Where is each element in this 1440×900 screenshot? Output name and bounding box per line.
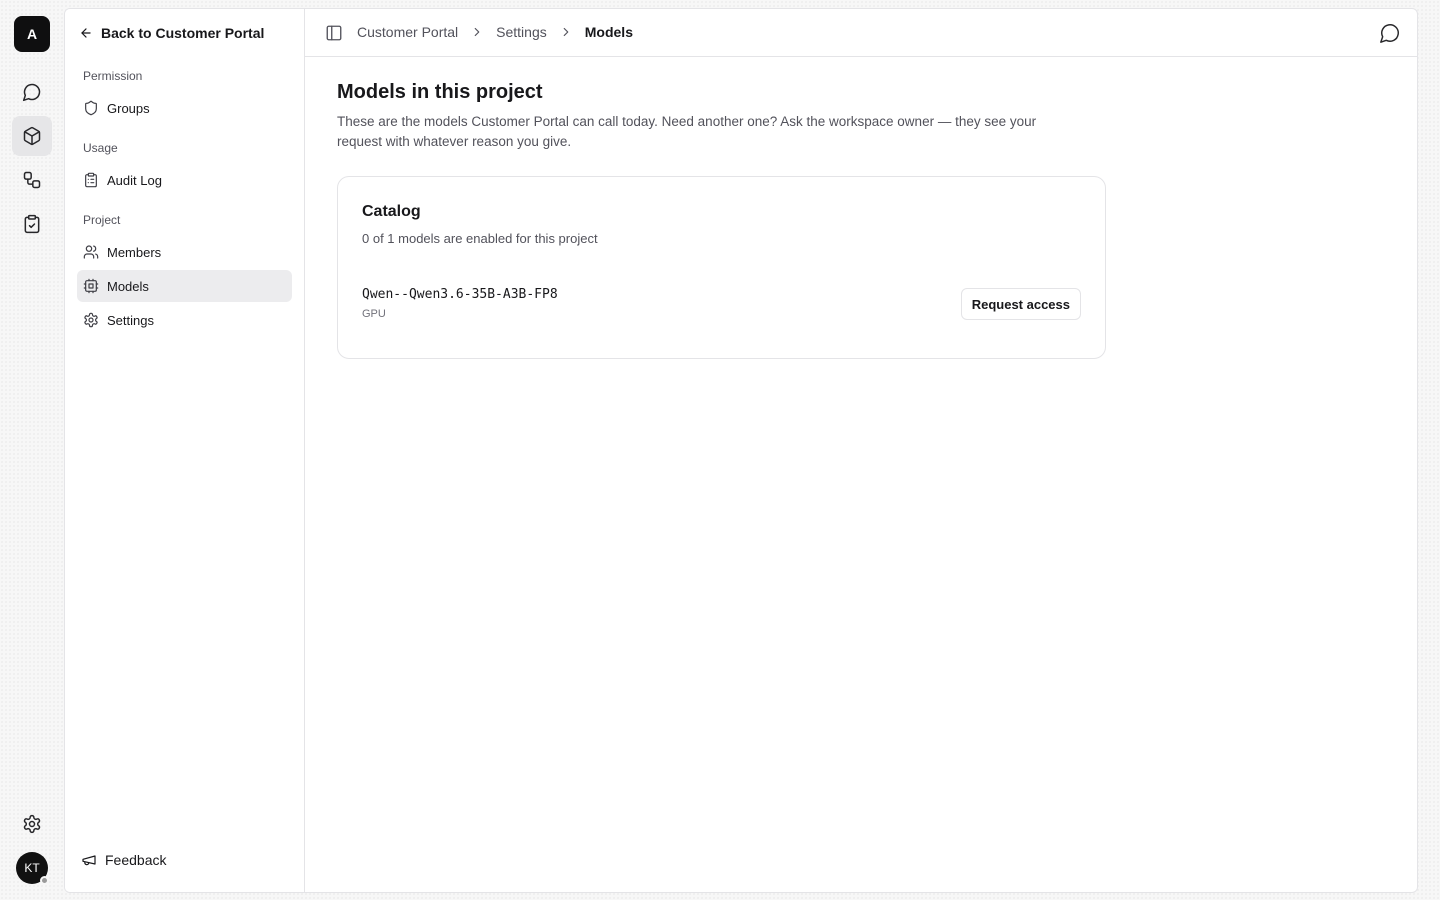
cpu-icon <box>83 278 99 294</box>
breadcrumb-item-customer-portal[interactable]: Customer Portal <box>357 24 458 40</box>
sidebar-item-label: Members <box>107 244 162 260</box>
sidebar-item-members[interactable]: Members <box>77 236 292 268</box>
rail-models-button[interactable] <box>12 116 52 156</box>
workspace-logo[interactable]: A <box>14 16 50 52</box>
page-content: Models in this project These are the mod… <box>337 81 1077 152</box>
top-bar: Customer Portal Settings Models <box>305 9 1417 57</box>
rail-settings-button[interactable] <box>12 804 52 844</box>
settings-sidebar: Back to Customer Portal Permission Group… <box>65 9 305 892</box>
cube-icon <box>23 126 41 146</box>
catalog-card: Catalog 0 of 1 models are enabled for th… <box>337 176 1106 359</box>
section-label-permission: Permission <box>83 69 143 83</box>
clipboard-check-icon <box>24 214 40 234</box>
sidebar-item-audit-log[interactable]: Audit Log <box>77 164 292 196</box>
feedback-label: Feedback <box>105 852 167 868</box>
shield-icon <box>85 100 97 116</box>
sidebar-item-label: Audit Log <box>107 172 162 188</box>
sidebar-item-label: Models <box>107 278 149 294</box>
chevron-right-icon <box>474 27 480 37</box>
feedback-button[interactable]: Feedback <box>81 852 166 868</box>
sidebar-item-settings[interactable]: Settings <box>77 304 292 336</box>
presence-indicator <box>40 876 49 885</box>
sidebar-item-models[interactable]: Models <box>77 270 292 302</box>
arrow-left-icon <box>81 28 91 38</box>
breadcrumb-item-settings[interactable]: Settings <box>496 24 547 40</box>
sidebar-toggle-icon[interactable] <box>325 24 343 42</box>
chat-bubble-icon[interactable] <box>1379 22 1401 44</box>
breadcrumb: Customer Portal Settings Models <box>357 24 633 40</box>
users-icon <box>83 245 99 259</box>
page-description: These are the models Customer Portal can… <box>337 114 1037 149</box>
main-panel: Back to Customer Portal Permission Group… <box>64 8 1418 893</box>
chevron-right-icon <box>563 27 569 37</box>
gear-icon <box>23 814 41 834</box>
section-label-project: Project <box>83 213 121 227</box>
rail-tasks-button[interactable] <box>12 204 52 244</box>
section-label-usage: Usage <box>83 141 118 155</box>
sidebar-item-label: Settings <box>107 312 154 328</box>
request-access-button[interactable]: Request access <box>960 288 1081 320</box>
catalog-summary: 0 of 1 models are enabled for this proje… <box>362 231 598 246</box>
breadcrumb-item-models: Models <box>584 24 633 40</box>
workflow-icon <box>23 171 41 189</box>
back-link-label: Back to Customer Portal <box>101 25 265 41</box>
back-link[interactable]: Back to Customer Portal <box>79 23 264 43</box>
chat-icon <box>22 83 41 102</box>
catalog-title: Catalog <box>362 203 421 220</box>
gear-icon <box>84 312 98 328</box>
page-title: Models in this project <box>337 81 543 103</box>
rail-workflow-button[interactable] <box>12 160 52 200</box>
rail-chat-button[interactable] <box>12 72 52 112</box>
app-rail: A KT <box>0 0 64 900</box>
megaphone-icon <box>82 855 96 866</box>
sidebar-item-groups[interactable]: Groups <box>77 92 292 124</box>
clipboard-list-icon <box>85 172 97 188</box>
model-name: Qwen--Qwen3.6-35B-A3B-FP8 <box>362 287 558 302</box>
sidebar-item-label: Groups <box>107 100 150 116</box>
model-hardware-tag: GPU <box>362 308 386 320</box>
